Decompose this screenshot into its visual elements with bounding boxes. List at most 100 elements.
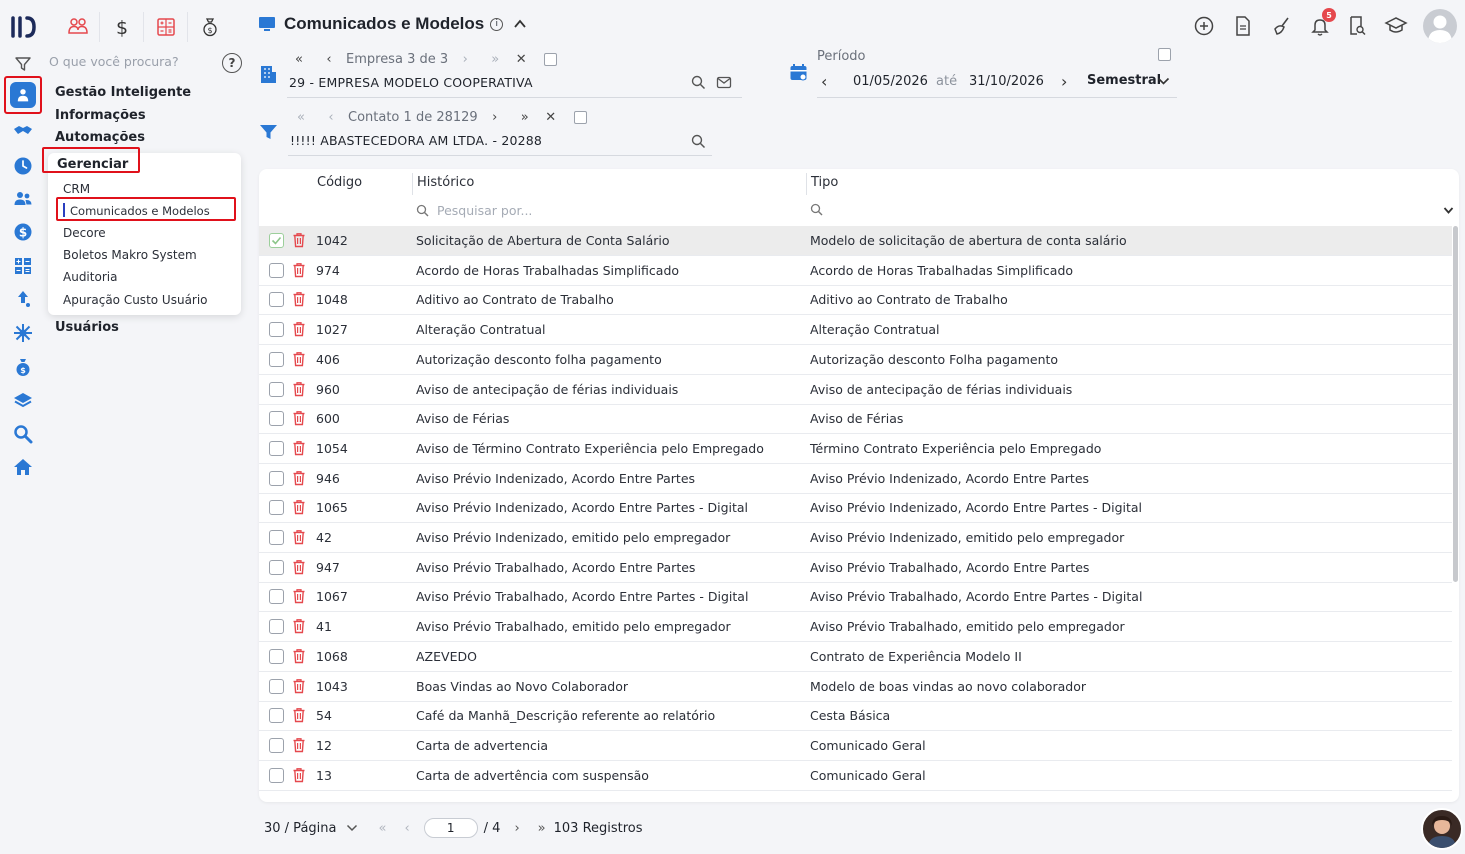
period-checkbox[interactable] — [1158, 48, 1171, 61]
prev-page-button[interactable]: ‹ — [404, 821, 409, 836]
trash-icon[interactable] — [292, 470, 306, 490]
submenu-item-boletos[interactable]: Boletos Makro System — [63, 248, 197, 262]
layers-icon[interactable] — [10, 387, 36, 413]
table-row[interactable]: 974 Acordo de Horas Trabalhadas Simplific… — [259, 256, 1452, 286]
table-row[interactable]: 54 Café da Manhã_Descrição referente ao r… — [259, 701, 1452, 732]
row-checkbox[interactable] — [269, 648, 284, 664]
table-row[interactable]: 600 Aviso de Férias Aviso de Férias — [259, 404, 1452, 435]
column-header-historico[interactable]: Histórico — [417, 175, 474, 190]
funnel-filter-icon[interactable] — [259, 123, 278, 141]
chevron-down-icon[interactable] — [1157, 76, 1170, 86]
chevron-up-icon[interactable] — [513, 17, 527, 31]
row-checkbox[interactable] — [269, 470, 284, 486]
table-row[interactable]: 946 Aviso Prévio Indenizado, Acordo Entre… — [259, 464, 1452, 494]
per-page-select[interactable]: 30 / Página — [264, 821, 336, 836]
trash-icon[interactable] — [292, 321, 306, 341]
trash-icon[interactable] — [292, 678, 306, 698]
company-next-button[interactable]: › — [454, 52, 476, 67]
dollar-circle-icon[interactable]: $ — [10, 219, 36, 245]
row-checkbox[interactable] — [269, 500, 284, 516]
trash-icon[interactable] — [292, 767, 306, 787]
row-checkbox[interactable] — [269, 767, 284, 783]
network-icon[interactable] — [10, 320, 36, 346]
trash-icon[interactable] — [292, 381, 306, 401]
report-search-icon[interactable] — [1345, 14, 1369, 38]
trash-icon[interactable] — [292, 499, 306, 519]
row-checkbox[interactable] — [269, 678, 284, 694]
trash-icon[interactable] — [292, 262, 306, 282]
period-end-date[interactable]: 31/10/2026 — [969, 74, 1044, 89]
money-bag-icon[interactable]: $ — [10, 354, 36, 380]
row-checkbox[interactable] — [269, 440, 284, 456]
trash-icon[interactable] — [292, 351, 306, 371]
assistant-avatar[interactable] — [1421, 808, 1463, 850]
menu-section-informacoes[interactable]: Informações — [55, 108, 146, 123]
column-header-tipo[interactable]: Tipo — [811, 175, 838, 190]
chevron-down-icon[interactable] — [346, 823, 358, 833]
calendar-icon[interactable] — [789, 63, 808, 82]
trash-icon[interactable] — [292, 588, 306, 608]
submenu-item-apuracao[interactable]: Apuração Custo Usuário — [63, 293, 208, 307]
row-checkbox[interactable] — [269, 262, 284, 278]
last-page-button[interactable]: » — [538, 821, 546, 836]
mail-icon[interactable] — [716, 75, 732, 90]
historico-filter-input[interactable]: Pesquisar por... — [416, 203, 532, 218]
menu-section-automacoes[interactable]: Automações — [55, 130, 145, 145]
module-tab-finance[interactable]: $ — [100, 12, 144, 42]
column-header-codigo[interactable]: Código — [317, 175, 362, 190]
table-row[interactable]: 1048 Aditivo ao Contrato de Trabalho Aditi… — [259, 285, 1452, 316]
contact-next-button[interactable]: › — [484, 110, 506, 125]
period-start-date[interactable]: 01/05/2026 — [853, 74, 928, 89]
row-checkbox[interactable] — [269, 530, 284, 545]
app-logo-icon[interactable] — [10, 14, 38, 40]
page-number-input[interactable]: 1 — [423, 818, 478, 838]
vertical-scrollbar[interactable] — [1453, 226, 1458, 582]
row-checkbox[interactable] — [269, 381, 284, 397]
tipo-filter-input[interactable] — [810, 203, 831, 216]
row-checkbox[interactable] — [269, 351, 284, 367]
broom-icon[interactable] — [1270, 14, 1294, 38]
period-next-button[interactable]: › — [1061, 72, 1067, 91]
chevron-down-icon[interactable] — [1443, 206, 1454, 215]
submenu-item-decore[interactable]: Decore — [63, 226, 106, 240]
submenu-item-auditoria[interactable]: Auditoria — [63, 270, 117, 284]
period-prev-button[interactable]: ‹ — [821, 72, 827, 91]
trash-icon[interactable] — [292, 232, 306, 252]
table-row[interactable]: 41 Aviso Prévio Trabalhado, emitido pelo … — [259, 612, 1452, 643]
trash-icon[interactable] — [292, 440, 306, 460]
trash-icon[interactable] — [292, 737, 306, 757]
module-tab-people[interactable] — [56, 12, 100, 42]
table-row[interactable]: 1065 Aviso Prévio Indenizado, Acordo Entr… — [259, 493, 1452, 524]
document-icon[interactable] — [1231, 14, 1255, 38]
trash-icon[interactable] — [292, 410, 306, 430]
trash-icon[interactable] — [292, 291, 306, 311]
table-row[interactable]: 13 Carta de advertência com suspensão Comu… — [259, 761, 1452, 791]
user-avatar[interactable] — [1423, 9, 1457, 43]
contact-prev-button[interactable]: ‹ — [320, 110, 342, 125]
module-tab-bag[interactable]: $ — [188, 12, 232, 42]
table-row[interactable]: 1054 Aviso de Término Contrato Experiênci… — [259, 434, 1452, 464]
menu-section-usuarios[interactable]: Usuários — [55, 320, 119, 335]
home-icon[interactable] — [10, 454, 36, 480]
company-value[interactable]: 29 - EMPRESA MODELO COOPERATIVA — [289, 75, 533, 90]
module-tab-accounting[interactable] — [144, 12, 188, 42]
calculator-icon[interactable] — [10, 253, 36, 279]
period-mode-select[interactable]: Semestral — [1087, 73, 1161, 88]
table-row[interactable]: 947 Aviso Prévio Trabalhado, Acordo Entre… — [259, 553, 1452, 583]
company-first-button[interactable]: « — [288, 52, 310, 67]
rail-item-people-management[interactable] — [4, 76, 42, 114]
menu-search-input[interactable]: O que você procura? — [49, 54, 199, 69]
contact-clear-icon[interactable]: ✕ — [540, 110, 562, 125]
add-circle-icon[interactable] — [1192, 14, 1216, 38]
trash-icon[interactable] — [292, 618, 306, 638]
trash-icon[interactable] — [292, 648, 306, 668]
trash-icon[interactable] — [292, 529, 306, 549]
table-row[interactable]: 1042 Solicitação de Abertura de Conta Sal… — [259, 226, 1452, 256]
contact-first-button[interactable]: « — [290, 110, 312, 125]
table-row[interactable]: 12 Carta de advertencia Comunicado Geral — [259, 731, 1452, 761]
table-row[interactable]: 1027 Alteração Contratual Alteração Contra… — [259, 315, 1452, 346]
first-page-button[interactable]: « — [378, 821, 386, 836]
company-search-icon[interactable] — [691, 75, 706, 90]
handshake-icon[interactable] — [10, 118, 36, 144]
table-row[interactable]: 42 Aviso Prévio Indenizado, emitido pelo … — [259, 523, 1452, 553]
